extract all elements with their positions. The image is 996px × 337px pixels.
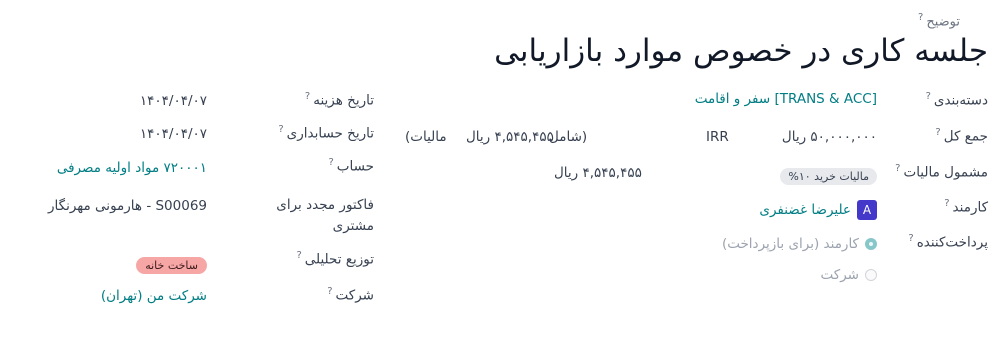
incl-open: (شامل bbox=[549, 129, 588, 145]
expense-date-label: تاریخ هزینه? bbox=[304, 91, 374, 109]
help-icon[interactable]: ? bbox=[305, 91, 310, 102]
paid-by-label: پرداخت‌کننده? bbox=[908, 233, 988, 251]
help-icon[interactable]: ? bbox=[296, 250, 301, 261]
help-icon[interactable]: ? bbox=[935, 127, 940, 138]
employee-name[interactable]: علیرضا غضنفری bbox=[759, 202, 851, 218]
company-value[interactable]: شرکت من (تهران) bbox=[101, 288, 207, 304]
help-icon[interactable]: ? bbox=[908, 233, 913, 244]
help-icon[interactable]: ? bbox=[918, 12, 923, 23]
help-icon[interactable]: ? bbox=[328, 157, 333, 168]
taxes-label: مشمول مالیات? bbox=[895, 163, 988, 181]
avatar: A bbox=[857, 200, 877, 220]
account-label: حساب? bbox=[328, 157, 374, 175]
reinvoice-value[interactable]: S00069 - هارمونی مهرنگار bbox=[48, 198, 207, 214]
reinvoice-label: فاکتور مجدد برای مشتری bbox=[276, 197, 374, 234]
accounting-date-label: تاریخ حسابداری? bbox=[278, 124, 374, 142]
paid-by-option-employee[interactable]: کارمند (برای بازپرداخت) bbox=[722, 233, 877, 252]
page-title[interactable]: جلسه کاری در خصوص موارد بازاریابی bbox=[494, 33, 988, 69]
incl-tax-amount: ۴,۵۴۵,۴۵۵ ریال bbox=[466, 129, 554, 145]
help-icon[interactable]: ? bbox=[926, 91, 931, 102]
tax-tag[interactable]: مالیات خرید ۱۰% bbox=[780, 165, 877, 185]
account-value[interactable]: ۷۲۰۰۰۱ مواد اولیه مصرفی bbox=[57, 160, 207, 176]
analytic-label: توزیع تحلیلی? bbox=[296, 250, 374, 268]
incl-close: مالیات) bbox=[405, 129, 447, 145]
help-icon[interactable]: ? bbox=[944, 198, 949, 209]
help-icon[interactable]: ? bbox=[327, 286, 332, 297]
radio-checked-icon[interactable] bbox=[865, 237, 877, 250]
accounting-date-value[interactable]: ۱۴۰۴/۰۴/۰۷ bbox=[140, 126, 207, 142]
analytic-tag[interactable]: ساخت خانه bbox=[136, 254, 207, 274]
total-label: جمع کل? bbox=[935, 127, 988, 145]
employee-label: کارمند? bbox=[944, 198, 988, 216]
employee-field[interactable]: A علیرضا غضنفری bbox=[759, 200, 877, 220]
tax-amount: ۴,۵۴۵,۴۵۵ ریال bbox=[554, 165, 642, 181]
help-icon[interactable]: ? bbox=[895, 163, 900, 174]
total-amount[interactable]: ۵۰,۰۰۰,۰۰۰ ریال bbox=[782, 129, 877, 145]
description-label: توضیح? bbox=[918, 12, 960, 30]
category-value[interactable]: [TRANS & ACC] سفر و اقامت bbox=[695, 91, 877, 107]
company-label: شرکت? bbox=[327, 286, 374, 304]
paid-by-option-company[interactable]: شرکت bbox=[821, 264, 877, 283]
help-icon[interactable]: ? bbox=[278, 124, 283, 135]
category-label: دسته‌بندی? bbox=[925, 91, 988, 109]
radio-unchecked-icon[interactable] bbox=[865, 268, 877, 281]
expense-date-value[interactable]: ۱۴۰۴/۰۴/۰۷ bbox=[140, 93, 207, 109]
currency-value[interactable]: IRR bbox=[706, 129, 729, 145]
